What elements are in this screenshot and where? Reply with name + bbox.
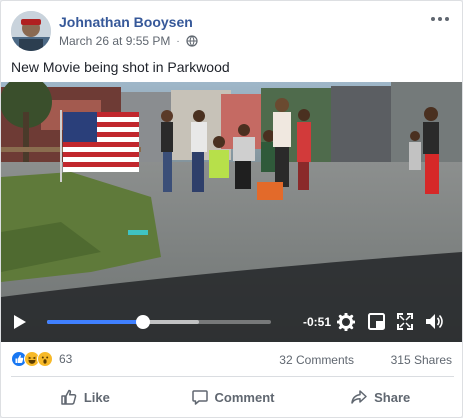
comment-button[interactable]: Comment xyxy=(159,381,307,413)
post-stats: 63 32 Comments 315 Shares xyxy=(11,351,454,371)
post-header: Johnathan Booysen March 26 at 9:55 PM · xyxy=(11,9,454,51)
post-meta: March 26 at 9:55 PM · xyxy=(59,34,198,48)
actions-divider xyxy=(11,376,454,377)
comment-label: Comment xyxy=(214,389,275,405)
more-options-icon[interactable] xyxy=(428,11,452,27)
reaction-count: 63 xyxy=(59,352,73,366)
share-arrow-icon xyxy=(351,390,367,404)
post-actions: Like Comment Share xyxy=(11,381,454,413)
volume-icon[interactable] xyxy=(425,313,443,330)
video-progress-fill xyxy=(47,320,144,324)
video-progress-handle[interactable] xyxy=(136,315,151,329)
play-icon[interactable] xyxy=(13,314,27,330)
shares-count[interactable]: 315 Shares xyxy=(391,353,452,367)
share-label: Share xyxy=(374,389,411,405)
author-name[interactable]: Johnathan Booysen xyxy=(59,14,193,30)
like-button[interactable]: Like xyxy=(11,381,159,413)
video-time-remaining: -0:51 xyxy=(303,315,332,329)
share-button[interactable]: Share xyxy=(306,381,454,413)
globe-icon[interactable] xyxy=(186,35,198,47)
comments-count[interactable]: 32 Comments xyxy=(279,353,354,367)
wow-reaction-icon xyxy=(37,351,53,367)
video-controls: -0:51 xyxy=(1,302,462,342)
post-text: New Movie being shot in Parkwood xyxy=(11,59,230,75)
avatar-image xyxy=(11,11,51,51)
avatar[interactable] xyxy=(11,11,51,51)
miniplayer-icon[interactable] xyxy=(368,313,385,330)
post-timestamp[interactable]: March 26 at 9:55 PM xyxy=(59,34,170,48)
settings-gear-icon[interactable] xyxy=(337,313,355,331)
fullscreen-icon[interactable] xyxy=(397,313,413,330)
comment-icon xyxy=(191,390,208,405)
video-progress-bar[interactable] xyxy=(47,315,271,329)
video-player[interactable]: -0:51 xyxy=(1,82,462,342)
reactions-summary[interactable]: 63 xyxy=(11,351,72,367)
thumbs-up-icon xyxy=(61,389,77,405)
like-label: Like xyxy=(83,389,110,405)
post-card: Johnathan Booysen March 26 at 9:55 PM · … xyxy=(0,0,463,418)
meta-separator: · xyxy=(176,35,180,47)
